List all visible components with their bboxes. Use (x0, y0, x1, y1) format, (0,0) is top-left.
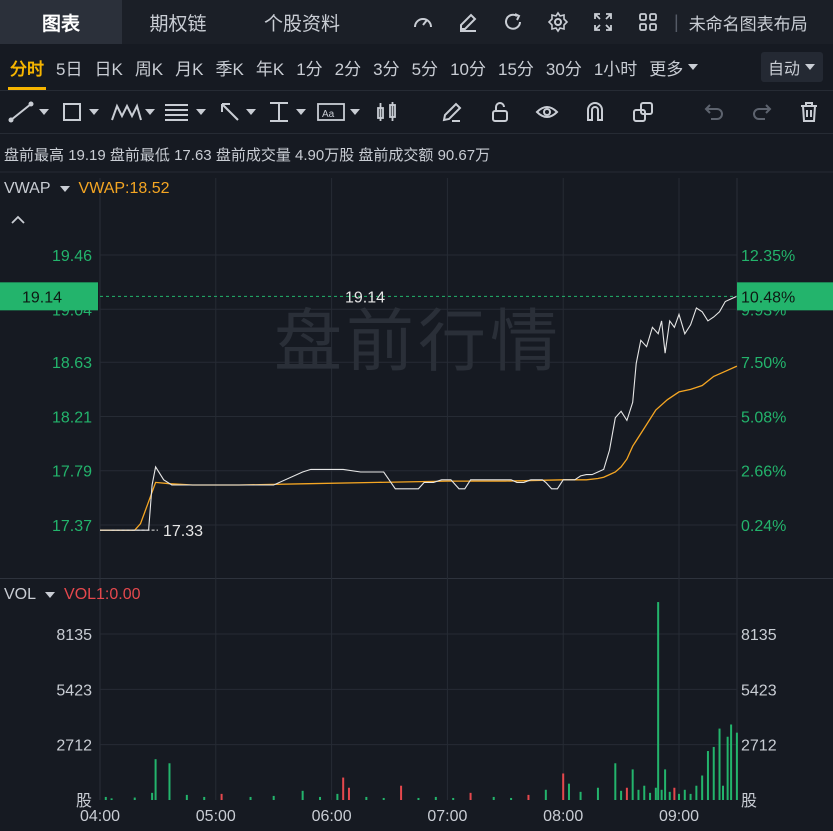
y-axis-tick-label: 18.63 (52, 355, 92, 372)
volume-bar (469, 792, 472, 800)
volume-bar (643, 785, 646, 800)
collapse-chevron[interactable] (10, 212, 26, 230)
volume-bar (689, 793, 692, 800)
volume-bar (649, 792, 652, 800)
current-price-badge-text: 19.14 (22, 289, 62, 306)
volume-indicator-value: VOL1:0.00 (64, 586, 141, 603)
volume-bar (657, 602, 660, 800)
x-axis-tick-label: 08:00 (543, 808, 583, 825)
vwap-line (100, 365, 738, 531)
volume-bar (664, 769, 667, 800)
volume-bar (735, 732, 738, 800)
x-axis-tick-label: 07:00 (427, 808, 467, 825)
current-pct-badge-text: 10.48% (741, 289, 795, 306)
volume-bar (730, 724, 733, 800)
y-axis-pct-tick-label: 0.24% (741, 518, 786, 535)
volume-bar (133, 797, 136, 800)
volume-bar (567, 783, 570, 800)
volume-bar (452, 797, 455, 800)
volume-bar (151, 792, 154, 800)
volume-bar (492, 796, 495, 800)
volume-bar (168, 763, 171, 800)
volume-bar (272, 795, 275, 800)
y-axis-tick-label: 17.37 (52, 518, 92, 535)
volume-bar (678, 793, 680, 800)
volume-bar (726, 736, 729, 800)
volume-bar (683, 789, 686, 800)
volume-bar (654, 787, 657, 800)
volume-bar (203, 796, 206, 800)
volume-bar (365, 796, 368, 800)
volume-bar (185, 794, 188, 800)
volume-bar (637, 789, 640, 800)
y-axis-pct-tick-label: 2.66% (741, 464, 786, 481)
volume-bar (154, 759, 157, 800)
volume-bar (701, 775, 704, 800)
volume-bar (579, 791, 582, 800)
volume-bar (596, 787, 599, 800)
y-axis-pct-tick-label: 7.50% (741, 355, 786, 372)
volume-bar (673, 787, 676, 800)
volume-bar (417, 797, 420, 800)
volume-bar (625, 787, 628, 800)
volume-tick-label-right: 5423 (741, 682, 777, 699)
volume-bar (722, 785, 725, 800)
volume-bar (249, 796, 252, 800)
volume-bar (301, 790, 304, 800)
volume-bar (104, 796, 107, 800)
volume-bar (668, 791, 671, 800)
x-axis-tick-label: 06:00 (312, 808, 352, 825)
intraday-chart[interactable]: 盘前行情 19.46 12.35%19.04 9.93%18.63 7.50%18.2… (0, 0, 833, 831)
volume-bars (104, 602, 738, 800)
volume-bar (562, 773, 565, 800)
volume-bar (434, 796, 437, 800)
volume-bar (400, 785, 403, 800)
volume-bar (660, 789, 663, 800)
y-axis-tick-label: 19.46 (52, 248, 92, 265)
volume-bar (620, 790, 623, 800)
volume-indicator-row: VOL VOL1:0.00 (4, 586, 141, 604)
y-axis-pct-tick-label: 12.35% (741, 248, 795, 265)
volume-tick-label-right: 8135 (741, 627, 777, 644)
volume-bar (706, 751, 709, 800)
x-axis-tick-label: 04:00 (80, 808, 120, 825)
volume-tick-label-right: 2712 (741, 738, 777, 755)
volume-bar (336, 793, 339, 800)
volume-bar (319, 796, 322, 800)
volume-tick-label: 5423 (56, 682, 92, 699)
volume-bar (347, 787, 350, 800)
volume-bar (695, 785, 698, 800)
x-axis-tick-label: 09:00 (659, 808, 699, 825)
volume-tick-label: 8135 (56, 627, 92, 644)
volume-indicator-name[interactable]: VOL (4, 586, 36, 604)
volume-bar (718, 728, 721, 800)
volume-bar (510, 797, 513, 800)
caret-down-icon[interactable] (44, 591, 56, 599)
low-price-annotation: 17.33 (163, 523, 203, 540)
volume-bar (220, 793, 223, 800)
caret-down-icon[interactable] (59, 185, 71, 193)
x-axis-tick-label: 05:00 (196, 808, 236, 825)
peak-price-annotation: 19.14 (345, 289, 385, 306)
volume-bar (544, 789, 547, 800)
vwap-indicator-row: VWAP VWAP:18.52 (4, 180, 170, 198)
volume-tick-label: 2712 (56, 738, 92, 755)
chart-grid (0, 171, 833, 800)
volume-bar (110, 798, 113, 800)
chevron-up-icon (11, 215, 25, 224)
vwap-indicator-name[interactable]: VWAP (4, 180, 51, 198)
vwap-indicator-value: VWAP:18.52 (78, 180, 170, 197)
volume-unit-label-right: 股 (741, 791, 757, 810)
y-axis-tick-label: 17.79 (52, 464, 92, 481)
volume-bar (631, 769, 634, 800)
y-axis-pct-tick-label: 5.08% (741, 409, 786, 426)
volume-bar (382, 797, 385, 800)
volume-bar (614, 763, 617, 800)
y-axis-tick-label: 18.21 (52, 409, 92, 426)
volume-bar (342, 777, 345, 800)
watermark: 盘前行情 (274, 303, 562, 382)
volume-bar (712, 746, 715, 800)
volume-bar (527, 794, 530, 800)
